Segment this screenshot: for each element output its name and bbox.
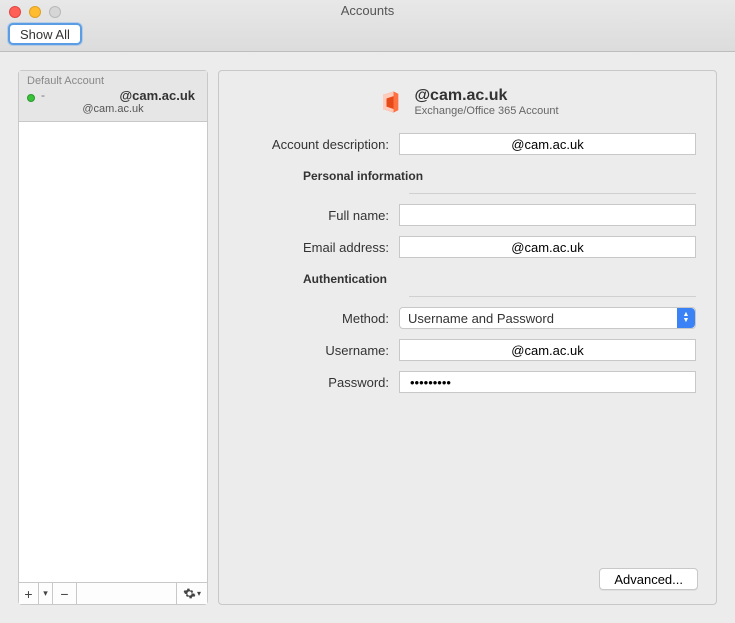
email-address-label: Email address: xyxy=(239,240,399,255)
office-icon xyxy=(376,88,404,116)
full-name-input[interactable] xyxy=(399,204,696,226)
status-indicator-icon xyxy=(27,94,35,102)
account-title: @cam.ac.uk xyxy=(414,87,558,105)
account-description-label: Account description: xyxy=(239,137,399,152)
account-description-input[interactable] xyxy=(399,133,696,155)
add-account-button[interactable]: + xyxy=(19,583,39,604)
titlebar: Accounts Show All xyxy=(0,0,735,52)
add-dropdown-button[interactable]: ▾ xyxy=(39,583,53,604)
password-label: Password: xyxy=(239,375,399,390)
default-account-label: Default Account xyxy=(27,75,199,87)
method-value: Username and Password xyxy=(408,311,554,326)
account-header: @cam.ac.uk Exchange/Office 365 Account xyxy=(239,87,696,117)
username-input[interactable] xyxy=(399,339,696,361)
account-name: @cam.ac.uk xyxy=(51,88,199,103)
username-label: Username: xyxy=(239,343,399,358)
settings-gear-button[interactable]: ▾ xyxy=(177,583,207,604)
personal-info-header: Personal information xyxy=(239,169,696,183)
method-select[interactable]: Username and Password ▲▼ xyxy=(399,307,696,329)
accounts-sidebar: Default Account - @cam.ac.uk @cam.ac.uk … xyxy=(18,70,208,605)
account-detail-panel: @cam.ac.uk Exchange/Office 365 Account A… xyxy=(218,70,717,605)
password-input[interactable] xyxy=(399,371,696,393)
advanced-button[interactable]: Advanced... xyxy=(599,568,698,590)
full-name-label: Full name: xyxy=(239,208,399,223)
account-subtitle: Exchange/Office 365 Account xyxy=(414,105,558,117)
remove-account-button[interactable]: − xyxy=(53,583,77,604)
email-address-input[interactable] xyxy=(399,236,696,258)
window-title: Accounts xyxy=(0,3,735,18)
authentication-header: Authentication xyxy=(239,272,696,286)
gear-icon xyxy=(183,587,196,600)
show-all-button[interactable]: Show All xyxy=(8,23,82,45)
chevron-down-icon: ▾ xyxy=(197,589,201,598)
method-label: Method: xyxy=(239,311,399,326)
sidebar-footer: + ▾ − ▾ xyxy=(19,582,207,604)
accounts-list xyxy=(19,122,207,582)
select-arrows-icon: ▲▼ xyxy=(677,308,695,328)
account-email: @cam.ac.uk xyxy=(27,103,199,115)
sidebar-account-item[interactable]: Default Account - @cam.ac.uk @cam.ac.uk xyxy=(19,71,207,122)
